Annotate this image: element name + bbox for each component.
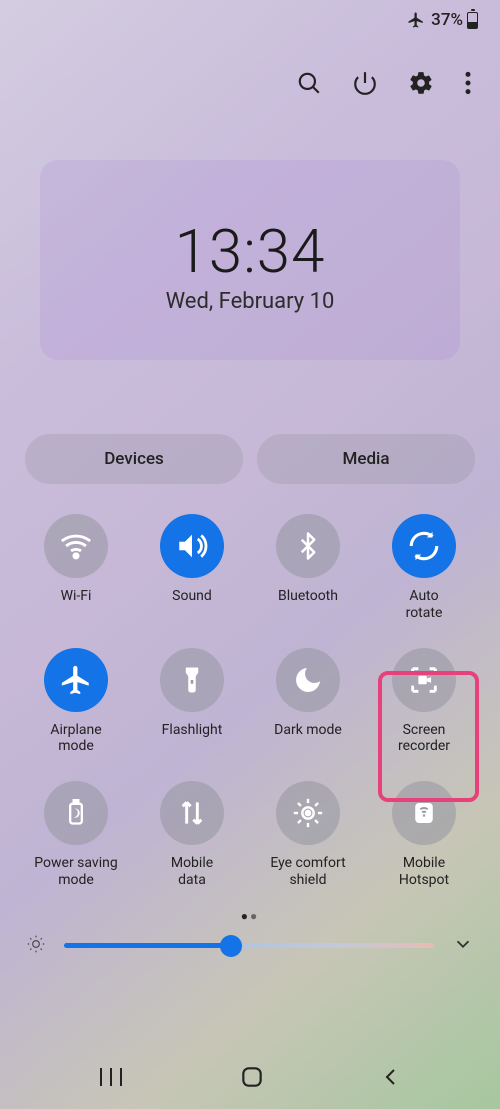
tile-label: Screen recorder bbox=[398, 722, 450, 756]
tile-wifi[interactable]: Wi-Fi bbox=[18, 514, 134, 622]
more-icon[interactable] bbox=[464, 70, 472, 96]
hotspot-icon bbox=[392, 781, 456, 845]
tile-eye-comfort[interactable]: Eye comfort shield bbox=[250, 781, 366, 889]
flashlight-icon bbox=[160, 648, 224, 712]
dark-mode-icon bbox=[276, 648, 340, 712]
tile-label: Dark mode bbox=[274, 722, 342, 739]
expand-icon[interactable] bbox=[452, 933, 474, 959]
tile-label: Eye comfort shield bbox=[270, 855, 345, 889]
power-saving-icon bbox=[44, 781, 108, 845]
nav-home-icon[interactable] bbox=[239, 1064, 265, 1090]
tile-dark-mode[interactable]: Dark mode bbox=[250, 648, 366, 756]
media-label: Media bbox=[342, 449, 389, 469]
tile-mobile-data[interactable]: Mobile data bbox=[134, 781, 250, 889]
brightness-slider[interactable] bbox=[64, 943, 434, 948]
clock-time: 13:34 bbox=[0, 216, 500, 287]
tile-label: Mobile data bbox=[171, 855, 213, 889]
devices-button[interactable]: Devices bbox=[25, 434, 243, 484]
tile-label: Power saving mode bbox=[34, 855, 117, 889]
mobile-data-icon bbox=[160, 781, 224, 845]
tile-label: Auto rotate bbox=[406, 588, 443, 622]
nav-back-icon[interactable] bbox=[379, 1065, 403, 1089]
eye-comfort-icon bbox=[276, 781, 340, 845]
brightness-row bbox=[0, 929, 500, 963]
tile-bluetooth[interactable]: Bluetooth bbox=[250, 514, 366, 622]
brightness-icon bbox=[26, 934, 46, 958]
tile-flashlight[interactable]: Flashlight bbox=[134, 648, 250, 756]
airplane-icon bbox=[407, 11, 425, 29]
tile-label: Sound bbox=[172, 588, 212, 605]
tile-mobile-hotspot[interactable]: Mobile Hotspot bbox=[366, 781, 482, 889]
tile-label: Mobile Hotspot bbox=[399, 855, 449, 889]
bluetooth-icon bbox=[276, 514, 340, 578]
quick-tiles: Wi-Fi Sound Bluetooth Auto rotate Airpla… bbox=[0, 484, 500, 889]
power-icon[interactable] bbox=[352, 70, 378, 96]
tile-label: Bluetooth bbox=[278, 588, 338, 605]
battery-percent: 37% bbox=[431, 10, 463, 30]
media-button[interactable]: Media bbox=[257, 434, 475, 484]
brightness-thumb[interactable] bbox=[220, 935, 242, 957]
tile-label: Wi-Fi bbox=[61, 588, 92, 605]
tile-power-saving[interactable]: Power saving mode bbox=[18, 781, 134, 889]
tile-label: Flashlight bbox=[162, 722, 223, 739]
nav-recents-icon[interactable] bbox=[97, 1066, 125, 1088]
nav-bar bbox=[0, 1045, 500, 1109]
auto-rotate-icon bbox=[392, 514, 456, 578]
settings-gear-icon[interactable] bbox=[408, 70, 434, 96]
tile-sound[interactable]: Sound bbox=[134, 514, 250, 622]
devices-label: Devices bbox=[104, 449, 164, 469]
panel-actions bbox=[0, 30, 500, 96]
battery-icon bbox=[467, 12, 478, 29]
search-icon[interactable] bbox=[296, 70, 322, 96]
tile-auto-rotate[interactable]: Auto rotate bbox=[366, 514, 482, 622]
screen-recorder-icon bbox=[392, 648, 456, 712]
page-indicator: ●● bbox=[0, 909, 500, 923]
clock-block: 13:34 Wed, February 10 bbox=[0, 216, 500, 314]
tile-airplane-mode[interactable]: Airplane mode bbox=[18, 648, 134, 756]
status-bar: 37% bbox=[0, 0, 500, 30]
airplane-mode-icon bbox=[44, 648, 108, 712]
clock-date: Wed, February 10 bbox=[0, 289, 500, 314]
wifi-icon bbox=[44, 514, 108, 578]
sound-icon bbox=[160, 514, 224, 578]
tile-label: Airplane mode bbox=[50, 722, 101, 756]
tile-screen-recorder[interactable]: Screen recorder bbox=[366, 648, 482, 756]
